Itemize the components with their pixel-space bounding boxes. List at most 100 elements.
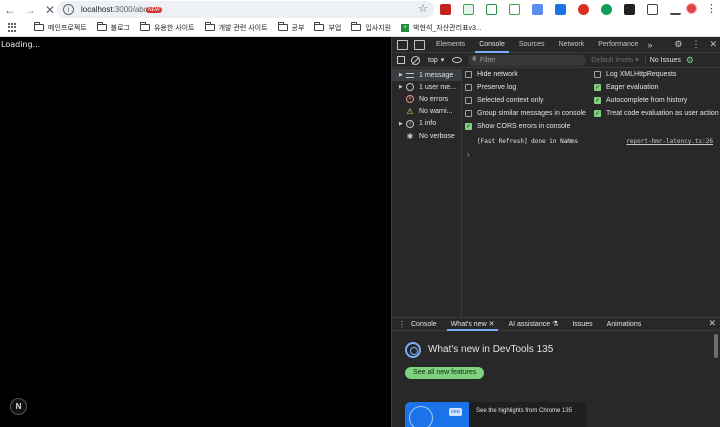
drawer-tab-console[interactable]: Console	[404, 318, 444, 331]
console-prompt-icon[interactable]: ›	[467, 150, 470, 159]
devtools-tabbar: Elements Console Sources Network Perform…	[392, 37, 720, 53]
sidebar-toggle-icon[interactable]	[397, 56, 405, 64]
bookmark-folder[interactable]: 공부	[277, 22, 304, 33]
show-cors-checkbox[interactable]: ✓ Show CORS errors in console	[465, 123, 570, 130]
extension-icon[interactable]	[532, 4, 543, 15]
bookmark-label: 입사지원	[365, 24, 392, 32]
console-settings-gear-icon[interactable]: ⚙	[686, 55, 694, 66]
settings-gear-icon[interactable]: ⚙	[674, 39, 682, 50]
forward-icon[interactable]: →	[20, 0, 40, 19]
site-info-icon[interactable]: i	[63, 4, 74, 15]
highlights-card[interactable]: new See the highlights from Chrome 135	[405, 402, 586, 427]
sidebar-item-user-messages[interactable]: ▶ 1 user me...	[392, 81, 461, 93]
drawer-tab-whats-new[interactable]: What's new ✕	[444, 318, 502, 331]
inspect-element-icon[interactable]	[397, 39, 408, 50]
sidebar-item-errors[interactable]: × No errors	[392, 93, 461, 105]
close-tab-icon[interactable]: ✕	[489, 321, 495, 328]
context-label: top	[428, 56, 438, 64]
bookmark-folder[interactable]: 메인프로젝트	[34, 22, 87, 33]
extension-icon[interactable]	[578, 4, 589, 15]
bookmark-sheet[interactable]: + 박현석_자산관리표v3...	[401, 23, 482, 33]
preserve-log-checkbox[interactable]: Preserve log	[465, 84, 516, 91]
close-drawer-icon[interactable]: ✕	[708, 318, 716, 329]
drawer-tab-issues[interactable]: Issues	[565, 318, 599, 331]
clear-console-icon[interactable]	[411, 55, 420, 65]
extension-icon[interactable]	[624, 4, 635, 15]
folder-icon	[351, 22, 362, 31]
extension-icon[interactable]	[440, 4, 451, 15]
bookmark-folder[interactable]: 유용한 사이트	[139, 22, 195, 33]
extension-icon[interactable]	[555, 4, 566, 15]
extension-icon[interactable]	[509, 4, 520, 15]
drawer-tabbar: ⋮ Console What's new ✕ AI assistance ⚗ I…	[392, 317, 720, 331]
tab-console[interactable]: Console	[472, 37, 512, 53]
filter-placeholder: Filter	[480, 56, 496, 64]
checkbox-box	[465, 110, 472, 117]
bookmark-folder[interactable]: 개발 관련 사이트	[204, 22, 268, 33]
see-all-features-button[interactable]: See all new features	[405, 367, 485, 379]
group-similar-checkbox[interactable]: Group similar messages in console	[465, 110, 586, 117]
drawer-scrollbar[interactable]	[714, 334, 718, 358]
bookmark-folder[interactable]: 입사지원	[351, 22, 392, 33]
bookmark-folder[interactable]: 블로그	[96, 22, 130, 33]
console-sidebar: ▶ 1 message ▶ 1 user me... × No errors ⚠ No …	[392, 69, 462, 317]
autocomplete-history-checkbox[interactable]: ✓ Autocomplete from history	[594, 97, 687, 104]
bookmark-star-icon[interactable]: ☆	[418, 2, 428, 15]
filter-input[interactable]: ⩩ Filter	[468, 54, 587, 66]
bookmark-label: 부업	[328, 24, 342, 32]
bookmark-folder[interactable]: 부업	[314, 22, 342, 33]
nextjs-dev-indicator[interactable]: N	[10, 398, 27, 415]
folder-icon	[139, 22, 150, 31]
console-settings-pane: Hide network Preserve log Selected conte…	[463, 69, 720, 135]
whats-new-panel: What's new in DevTools 135 See all new f…	[392, 332, 720, 427]
tab-network[interactable]: Network	[552, 37, 592, 53]
browser-menu-icon[interactable]: ⋮	[706, 2, 717, 15]
download-icon[interactable]	[670, 4, 681, 15]
tab-sources[interactable]: Sources	[512, 37, 552, 53]
hide-network-checkbox[interactable]: Hide network	[465, 71, 518, 78]
drawer-tab-animations[interactable]: Animations	[600, 318, 649, 331]
sheets-icon: +	[401, 23, 410, 32]
user-icon	[406, 83, 414, 92]
folder-icon	[96, 22, 107, 31]
device-toolbar-icon[interactable]	[414, 39, 425, 50]
verbose-icon: ✱	[406, 131, 414, 141]
tab-performance[interactable]: Performance	[591, 37, 645, 53]
eager-eval-checkbox[interactable]: ✓ Eager evaluation	[594, 84, 659, 91]
dropdown-arrow-icon: ▾	[440, 57, 445, 64]
checkbox-label: Show CORS errors in console	[477, 123, 571, 130]
treat-eval-user-action-checkbox[interactable]: ✓ Treat code evaluation as user action	[594, 110, 719, 117]
extension-icon[interactable]	[486, 4, 497, 15]
devtools-menu-icon[interactable]: ⋮	[691, 39, 700, 50]
error-icon: ×	[406, 95, 414, 104]
close-devtools-icon[interactable]: ✕	[709, 39, 717, 50]
sidebar-item-label: No warni...	[419, 108, 453, 116]
profile-avatar[interactable]	[686, 3, 697, 14]
sidebar-item-verbose[interactable]: ✱ No verbose	[392, 130, 461, 142]
url-text[interactable]: localhost:3000/abc	[81, 5, 148, 14]
sidebar-item-warnings[interactable]: ⚠ No warni...	[392, 106, 461, 118]
live-expression-eye-icon[interactable]	[452, 57, 463, 63]
context-selector[interactable]: top ▾	[428, 56, 445, 65]
tab-elements[interactable]: Elements	[429, 37, 472, 53]
sidebar-item-label: 1 message	[419, 71, 454, 79]
selected-context-checkbox[interactable]: Selected context only	[465, 97, 544, 104]
apps-grid-icon[interactable]	[8, 22, 18, 33]
extensions-puzzle-icon[interactable]	[647, 4, 658, 15]
issues-counter[interactable]: No Issues	[644, 56, 681, 64]
back-icon[interactable]: ←	[0, 0, 20, 19]
extension-icon[interactable]	[601, 4, 612, 15]
log-levels-dropdown[interactable]: Default levels ▾	[591, 56, 639, 64]
info-icon: i	[406, 119, 414, 128]
sidebar-item-info[interactable]: ▶ i 1 info	[392, 118, 461, 130]
drawer-tab-ai-assistance[interactable]: AI assistance ⚗	[501, 318, 565, 331]
extension-icon[interactable]	[463, 4, 474, 15]
url-host: localhost	[81, 5, 113, 14]
address-bar[interactable]: i localhost:3000/abc ☆	[57, 1, 434, 18]
log-source-link[interactable]: report-hmr-latency.ts:26	[626, 138, 713, 145]
sidebar-item-messages[interactable]: ▶ 1 message	[392, 69, 461, 82]
log-xhr-checkbox[interactable]: Log XMLHttpRequests	[594, 71, 676, 78]
more-tabs-icon[interactable]: »	[647, 40, 652, 50]
checkbox-label: Preserve log	[477, 84, 517, 91]
checkbox-label: Group similar messages in console	[477, 110, 586, 117]
